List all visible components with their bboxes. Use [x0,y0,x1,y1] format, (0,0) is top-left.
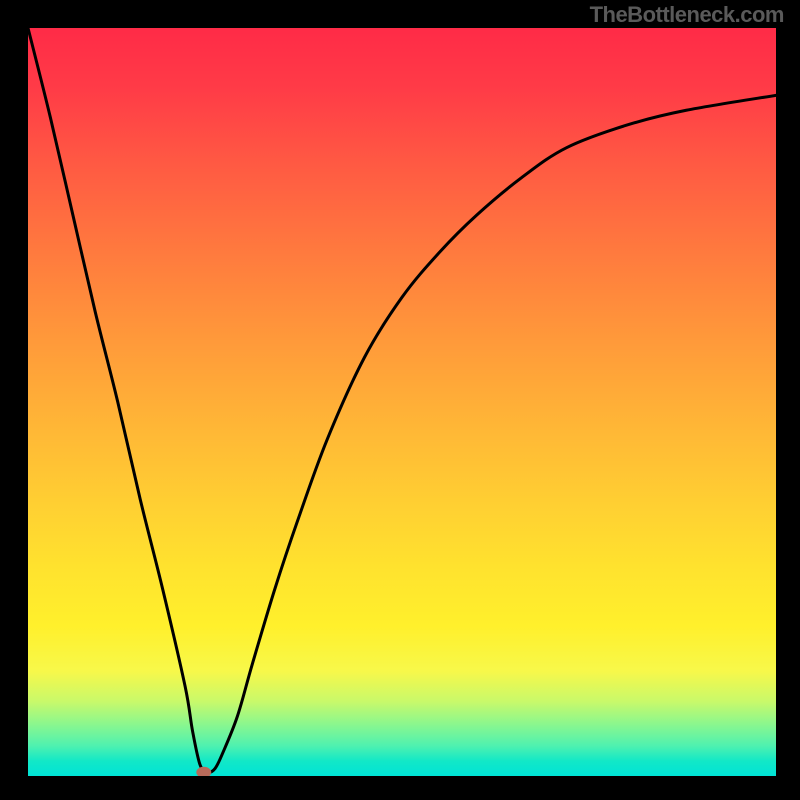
bottleneck-curve [28,28,776,772]
chart-plot-area [28,28,776,776]
chart-svg [28,28,776,776]
watermark-text: TheBottleneck.com [590,2,784,28]
optimum-point-marker [197,767,211,776]
